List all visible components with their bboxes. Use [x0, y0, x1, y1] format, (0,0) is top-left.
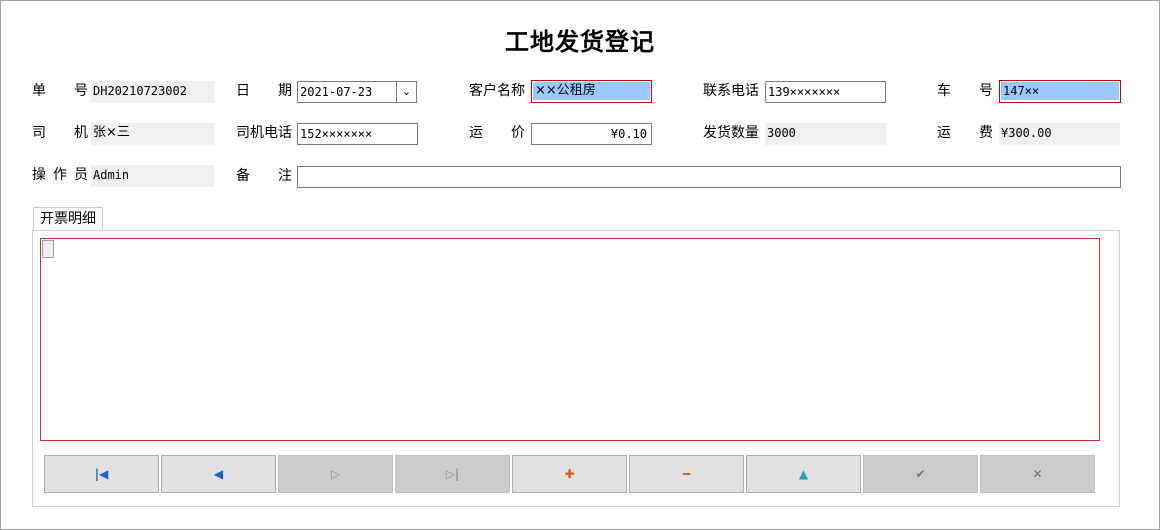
delete-record-button[interactable]: ━ — [629, 455, 744, 493]
prior-record-icon: ◀ — [213, 467, 224, 481]
first-record-icon: |◀ — [94, 467, 109, 481]
unit-price-label: 运价 — [469, 125, 525, 141]
driver-phone-label: 司机电话 — [236, 125, 292, 141]
car-no-label: 车号 — [937, 83, 993, 99]
edit-record-button[interactable]: ▲ — [746, 455, 861, 493]
next-record-button[interactable]: ▷ — [278, 455, 393, 493]
order-no-label: 单号 — [32, 83, 88, 99]
remark-label: 备注 — [236, 168, 292, 184]
car-no-field[interactable]: 147×× — [999, 80, 1121, 103]
order-no-field[interactable]: DH20210723002 — [91, 81, 214, 103]
grid-row-indicator[interactable] — [42, 240, 54, 258]
prior-record-button[interactable]: ◀ — [161, 455, 276, 493]
date-label: 日期 — [236, 83, 292, 99]
contact-phone-label: 联系电话 — [703, 83, 759, 99]
insert-record-icon: ✚ — [564, 467, 575, 481]
last-record-icon: ▷| — [445, 467, 460, 481]
ship-qty-label: 发货数量 — [703, 125, 759, 141]
last-record-button[interactable]: ▷| — [395, 455, 510, 493]
page-title: 工地发货登记 — [505, 28, 655, 56]
first-record-button[interactable]: |◀ — [44, 455, 159, 493]
post-record-button[interactable]: ✔ — [863, 455, 978, 493]
freight-field[interactable]: ¥300.00 — [999, 123, 1120, 145]
date-field[interactable]: 2021-07-23 — [297, 81, 397, 103]
freight-label: 运费 — [937, 125, 993, 141]
customer-field[interactable]: ××公租房 — [531, 80, 652, 103]
customer-value: ××公租房 — [533, 82, 650, 100]
tab-invoice-detail[interactable]: 开票明细 — [33, 207, 103, 230]
edit-record-icon: ▲ — [798, 467, 809, 481]
cancel-record-button[interactable]: ✕ — [980, 455, 1095, 493]
driver-field[interactable]: 张×三 — [91, 123, 214, 145]
ship-qty-field[interactable]: 3000 — [765, 123, 886, 145]
invoice-detail-grid[interactable] — [40, 238, 1100, 441]
delete-record-icon: ━ — [682, 467, 691, 481]
contact-phone-field[interactable]: 139××××××× — [765, 81, 886, 103]
operator-field[interactable]: Admin — [91, 165, 214, 187]
post-record-icon: ✔ — [915, 467, 926, 481]
car-no-value: 147×× — [1001, 82, 1119, 100]
date-dropdown-button[interactable]: ⌄ — [396, 81, 417, 103]
cancel-record-icon: ✕ — [1032, 467, 1043, 481]
chevron-down-icon: ⌄ — [401, 85, 412, 98]
driver-phone-field[interactable]: 152××××××× — [297, 123, 418, 145]
insert-record-button[interactable]: ✚ — [512, 455, 627, 493]
operator-label: 操作员 — [32, 167, 88, 183]
driver-label: 司机 — [32, 125, 88, 141]
remark-field[interactable] — [297, 166, 1121, 188]
customer-label: 客户名称 — [469, 83, 525, 99]
next-record-icon: ▷ — [330, 467, 341, 481]
unit-price-field[interactable]: ¥0.10 — [531, 123, 652, 145]
